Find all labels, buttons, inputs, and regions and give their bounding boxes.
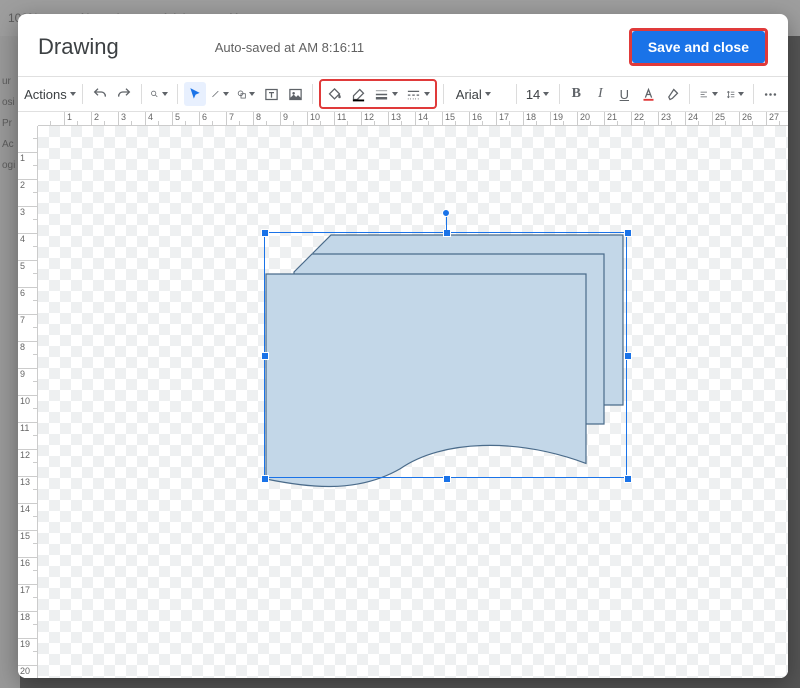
select-tool[interactable] [184, 82, 206, 106]
font-family-dropdown[interactable]: Arial [450, 82, 510, 106]
border-weight-button[interactable] [371, 82, 401, 106]
highlight-icon [665, 87, 680, 102]
align-icon [699, 87, 709, 102]
resize-handle[interactable] [261, 229, 269, 237]
border-color-button[interactable] [347, 82, 369, 106]
resize-handle[interactable] [624, 475, 632, 483]
shape-tool[interactable] [234, 82, 259, 106]
dialog-header: Drawing Auto-saved at AM 8:16:11 Save an… [18, 14, 788, 76]
zoom-dropdown[interactable] [147, 82, 171, 106]
zoom-icon [150, 87, 159, 101]
highlight-color-button[interactable] [661, 82, 683, 106]
font-size-dropdown[interactable]: 14 [523, 82, 553, 106]
autosave-status: Auto-saved at AM 8:16:11 [215, 40, 364, 55]
fill-border-tools-highlight [319, 79, 437, 109]
background-doc-outline: urosiPrAcogi [0, 36, 20, 688]
resize-handle[interactable] [261, 352, 269, 360]
fill-icon [327, 87, 342, 102]
resize-handle[interactable] [624, 352, 632, 360]
text-color-button[interactable] [637, 82, 659, 106]
save-and-close-button[interactable]: Save and close [632, 31, 765, 63]
undo-icon [92, 86, 108, 102]
resize-handle[interactable] [443, 229, 451, 237]
drawing-toolbar: Actions [18, 76, 788, 112]
line-tool[interactable] [208, 82, 232, 106]
resize-handle[interactable] [443, 475, 451, 483]
italic-button[interactable]: I [589, 82, 611, 106]
fill-color-button[interactable] [323, 82, 345, 106]
border-dash-icon [406, 87, 421, 102]
drawing-dialog: Drawing Auto-saved at AM 8:16:11 Save an… [18, 14, 788, 678]
more-icon [763, 87, 778, 102]
textbox-icon [264, 87, 279, 102]
underline-icon: U [620, 87, 629, 102]
border-dash-button[interactable] [403, 82, 433, 106]
drawing-canvas[interactable] [38, 126, 788, 678]
actions-menu[interactable]: Actions [24, 82, 76, 106]
redo-icon [116, 86, 132, 102]
rotate-handle[interactable] [442, 209, 450, 217]
vertical-ruler: 1234567891011121314151617181920 [18, 126, 38, 678]
save-close-highlight: Save and close [629, 28, 768, 66]
line-icon [211, 87, 220, 101]
horizontal-ruler: 1234567891011121314151617181920212223242… [38, 112, 788, 126]
resize-handle[interactable] [624, 229, 632, 237]
drawing-canvas-area: 1234567891011121314151617181920212223242… [18, 112, 788, 678]
align-dropdown[interactable] [696, 82, 721, 106]
shape-icon [237, 87, 247, 102]
resize-handle[interactable] [261, 475, 269, 483]
underline-button[interactable]: U [613, 82, 635, 106]
more-button[interactable] [760, 82, 782, 106]
bold-icon: B [572, 86, 581, 102]
dialog-title: Drawing [38, 34, 119, 60]
border-weight-icon [374, 87, 389, 102]
redo-button[interactable] [113, 82, 135, 106]
line-spacing-dropdown[interactable] [723, 82, 748, 106]
text-color-icon [641, 87, 656, 102]
image-tool[interactable] [284, 82, 306, 106]
image-icon [288, 87, 303, 102]
selection-box[interactable] [264, 232, 627, 478]
textbox-tool[interactable] [260, 82, 282, 106]
border-color-icon [351, 87, 366, 102]
bold-button[interactable]: B [565, 82, 587, 106]
undo-button[interactable] [89, 82, 111, 106]
italic-icon: I [598, 86, 603, 102]
cursor-icon [188, 87, 202, 101]
line-spacing-icon [726, 87, 736, 102]
